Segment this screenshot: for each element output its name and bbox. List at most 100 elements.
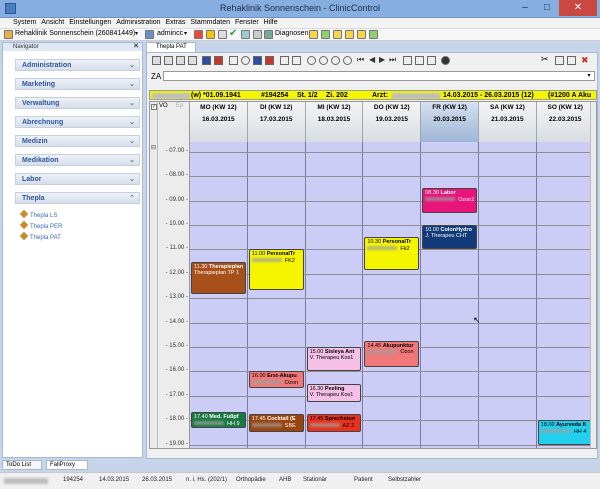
tab-fallproxy[interactable]: FallProxy (46, 460, 88, 470)
select-icon[interactable] (292, 56, 301, 65)
zoom-in-icon[interactable] (319, 56, 328, 65)
day-header-fr[interactable]: FR (KW 12) 20.03.2015 (421, 102, 479, 142)
nav-group-marketing[interactable]: Marketing ⌄ (15, 78, 140, 90)
day-header-mi[interactable]: MI (KW 12) 18.03.2015 (305, 102, 364, 142)
alert-icon[interactable] (265, 56, 274, 65)
minimize-button[interactable]: – (515, 0, 535, 16)
record-icon[interactable] (214, 56, 223, 65)
clinic-selector[interactable]: Rehaklinik Sonnenschein (260841449) (15, 30, 135, 37)
toolbar-icon-9[interactable] (333, 30, 342, 39)
menu-stammdaten[interactable]: Stammdaten (190, 19, 230, 26)
appointment[interactable]: 16.30 Peeling V. Therapeu Kos1 (306, 383, 362, 402)
first-icon[interactable]: ⏮ (357, 55, 364, 65)
nav-item-thepla-per[interactable]: Thepla PER (19, 220, 62, 230)
toolbar-icon-8[interactable] (321, 30, 330, 39)
toolbar-icon-6[interactable] (264, 30, 273, 39)
nav-group-administration[interactable]: Administration ⌄ (15, 59, 140, 71)
toolbar-icon-10[interactable] (345, 30, 354, 39)
menu-administration[interactable]: Administration (116, 19, 160, 26)
nav-group-medikation[interactable]: Medikation ⌄ (15, 154, 140, 166)
view-day-icon[interactable] (188, 56, 197, 65)
next-icon[interactable]: ▶ (379, 55, 385, 64)
tab-thepla-pat[interactable]: Thepla PAT (146, 42, 196, 52)
day-header-di[interactable]: DI (KW 12) 17.03.2015 (247, 102, 306, 142)
maximize-button[interactable]: □ (537, 0, 557, 16)
nav-item-thepla-ls[interactable]: Thepla LS (19, 209, 57, 219)
tab-todo-list[interactable]: ToDo List (2, 460, 42, 470)
info-icon[interactable] (253, 56, 262, 65)
toolbar-icon-5[interactable] (253, 30, 262, 39)
menu-fenster[interactable]: Fenster (235, 19, 259, 26)
clock-icon[interactable] (241, 56, 250, 65)
toolbar-icon-1[interactable] (194, 30, 203, 39)
nav-group-verwaltung[interactable]: Verwaltung ⌄ (15, 97, 140, 109)
list-icon[interactable] (280, 56, 289, 65)
menu-extras[interactable]: Extras (166, 19, 186, 26)
appointment[interactable]: 16.00 Erst-Akupu Ozon (248, 371, 304, 388)
user-selector[interactable]: admincc (157, 30, 183, 37)
appointment[interactable]: 17.45 Cocktail (E SBE (248, 414, 304, 433)
navigator-close-icon[interactable]: ✕ (133, 42, 139, 50)
copy-icon[interactable] (555, 56, 564, 65)
day-header-so[interactable]: SO (KW 12) 22.03.2015 (536, 102, 595, 142)
toolbar-icon-7[interactable] (309, 30, 318, 39)
menu-ansicht[interactable]: Ansicht (41, 19, 64, 26)
d-icon[interactable] (202, 56, 211, 65)
clinic-dropdown-icon[interactable]: ▾ (135, 30, 138, 37)
nav-item-thepla-pat[interactable]: Thepla PAT (19, 231, 61, 241)
appointment[interactable]: 18.00 Ayurveda K HH 4 (537, 420, 593, 445)
last-icon[interactable]: ⏭ (389, 55, 396, 65)
toolbar-icon-2[interactable] (206, 30, 215, 39)
view-list-icon[interactable] (152, 56, 161, 65)
patient-bar[interactable]: (w) *01.09.1941 #194254 St. 1/2 Zi. 202 … (149, 90, 597, 100)
cut-icon[interactable]: ✂ (541, 54, 549, 65)
menu-einstellungen[interactable]: Einstellungen (69, 19, 111, 26)
appointment[interactable]: 14.45 Akupunktur Ozon (364, 340, 420, 368)
chevron-down-icon[interactable]: ▾ (585, 72, 593, 80)
record-dot-icon[interactable] (441, 56, 450, 65)
day-header-do[interactable]: DO (KW 12) 19.03.2015 (363, 102, 422, 142)
paste-icon[interactable] (567, 56, 576, 65)
nav-group-labor[interactable]: Labor ⌄ (15, 173, 140, 185)
check-icon[interactable]: ✔ (229, 28, 237, 39)
appointment[interactable]: 17.40 Med. Fußpf HH 9 (191, 412, 246, 429)
collapse-icon[interactable]: ⊟ (151, 144, 156, 151)
menu-hilfe[interactable]: Hilfe (264, 19, 278, 26)
zoom-reset-icon[interactable] (343, 56, 352, 65)
calendar-icon[interactable] (229, 56, 238, 65)
appointment[interactable]: 15.00 Sisleya Ant V. Therapeu Kos1 (306, 346, 362, 372)
tool-icon-1[interactable] (403, 56, 412, 65)
vo-checkbox[interactable]: ✓ (151, 104, 157, 110)
search-icon[interactable] (307, 56, 316, 65)
za-input[interactable]: ▾ (163, 71, 595, 81)
tool-icon-3[interactable] (427, 56, 436, 65)
appointment[interactable]: 10.30 PersonalTr Fk2 (364, 237, 420, 270)
delete-icon[interactable]: ✖ (581, 55, 589, 66)
appointment[interactable]: 17.45 Sprechstun AZ 2 (306, 414, 362, 433)
prev-icon[interactable]: ◀ (369, 55, 375, 64)
day-header-sa[interactable]: SA (KW 12) 21.03.2015 (479, 102, 537, 142)
calendar-grid[interactable]: 11.30 Therapieplan Therapieplan TP 1 17.40… (190, 142, 595, 448)
menu-system[interactable]: System (13, 19, 36, 26)
nav-group-thepla[interactable]: Thepla ⌃ (15, 192, 140, 204)
toolbar-icon-3[interactable] (218, 30, 227, 39)
toolbar-icon-11[interactable] (357, 30, 366, 39)
diagnosen-button[interactable]: Diagnosen (275, 30, 308, 37)
tool-icon-2[interactable] (415, 56, 424, 65)
appointment[interactable]: 11.00 PersonalTr FK2 (248, 249, 304, 291)
zoom-out-icon[interactable] (331, 56, 340, 65)
toolbar-icon-12[interactable] (369, 30, 378, 39)
appointment[interactable]: 08.30 Labor Ozon2 (422, 188, 477, 213)
toolbar-icon-4[interactable] (241, 30, 250, 39)
nav-group-medizin[interactable]: Medizin ⌄ (15, 135, 140, 147)
view-grid-icon[interactable] (164, 56, 173, 65)
appointment[interactable]: 10.00 ColonHydro J. Therapeu CHT (422, 224, 477, 250)
day-header-mo[interactable]: MO (KW 12) 16.03.2015 (190, 102, 248, 142)
user-dropdown-icon[interactable]: ▾ (184, 30, 187, 37)
chevron-down-icon: ⌄ (129, 81, 135, 88)
nav-group-abrechnung[interactable]: Abrechnung ⌄ (15, 116, 140, 128)
close-button[interactable]: ✕ (559, 0, 597, 16)
appointment[interactable]: 11.30 Therapieplan Therapieplan TP 1 (191, 261, 246, 294)
view-week-icon[interactable] (176, 56, 185, 65)
vertical-scrollbar[interactable] (590, 102, 596, 448)
